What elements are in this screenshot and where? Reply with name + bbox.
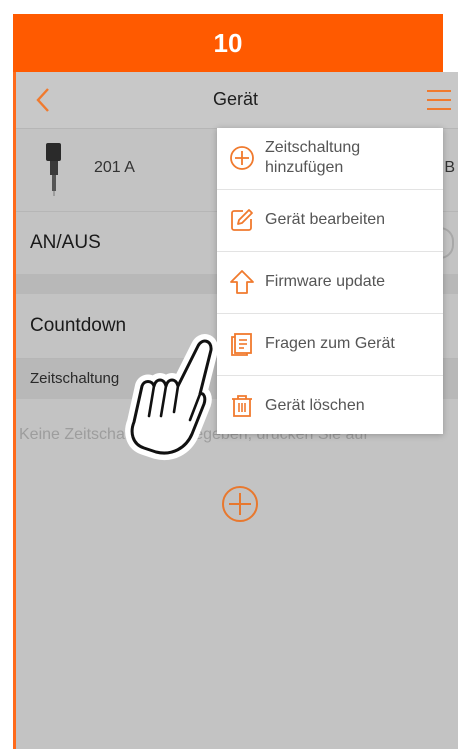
menu-item-add-schedule[interactable]: Zeitschaltung hinzufügen [217,128,443,190]
countdown-label: Countdown [30,315,127,336]
pointing-hand-icon [125,334,218,460]
left-accent-border [13,72,16,749]
page-title: Gerät [212,89,259,109]
plus-circle-icon [230,146,254,170]
menu-item-label: Fragen zum Gerät [265,335,395,352]
edit-icon [231,209,253,231]
menu-item-label-line1: Zeitschaltung [265,139,361,156]
trash-icon [232,395,252,417]
menu-item-label: Firmware update [265,273,386,290]
menu-item-firmware-update[interactable]: Firmware update [217,252,443,314]
menu-item-label-line2: hinzufügen [265,159,344,176]
plug-icon [46,143,61,196]
upload-arrow-icon [230,270,254,294]
menu-item-label: Gerät bearbeiten [265,211,386,228]
menu-item-label: Gerät löschen [265,397,365,414]
menu-item-label: Zeitschaltung hinzufügen [265,138,360,178]
plus-circle-icon[interactable] [221,485,259,523]
menu-item-delete-device[interactable]: Gerät löschen [217,376,443,437]
step-banner: 10 [13,14,443,72]
app-screen: Gerät 201 A B AN/AUS Countdown Zeitschal… [13,72,458,749]
schedule-header-label: Zeitschaltung [30,370,120,387]
device-name: 201 A [94,159,135,176]
context-menu: Zeitschaltung hinzufügen Gerät bearbeite… [217,128,443,434]
step-number: 10 [213,27,243,58]
document-icon [231,333,252,356]
top-bar: Gerät [13,72,458,129]
menu-item-edit-device[interactable]: Gerät bearbeiten [217,190,443,252]
device-trailing-text: B [444,159,455,176]
power-switch-label: AN/AUS [30,232,101,253]
hamburger-menu-icon[interactable] [424,87,454,113]
menu-item-device-faq[interactable]: Fragen zum Gerät [217,314,443,376]
